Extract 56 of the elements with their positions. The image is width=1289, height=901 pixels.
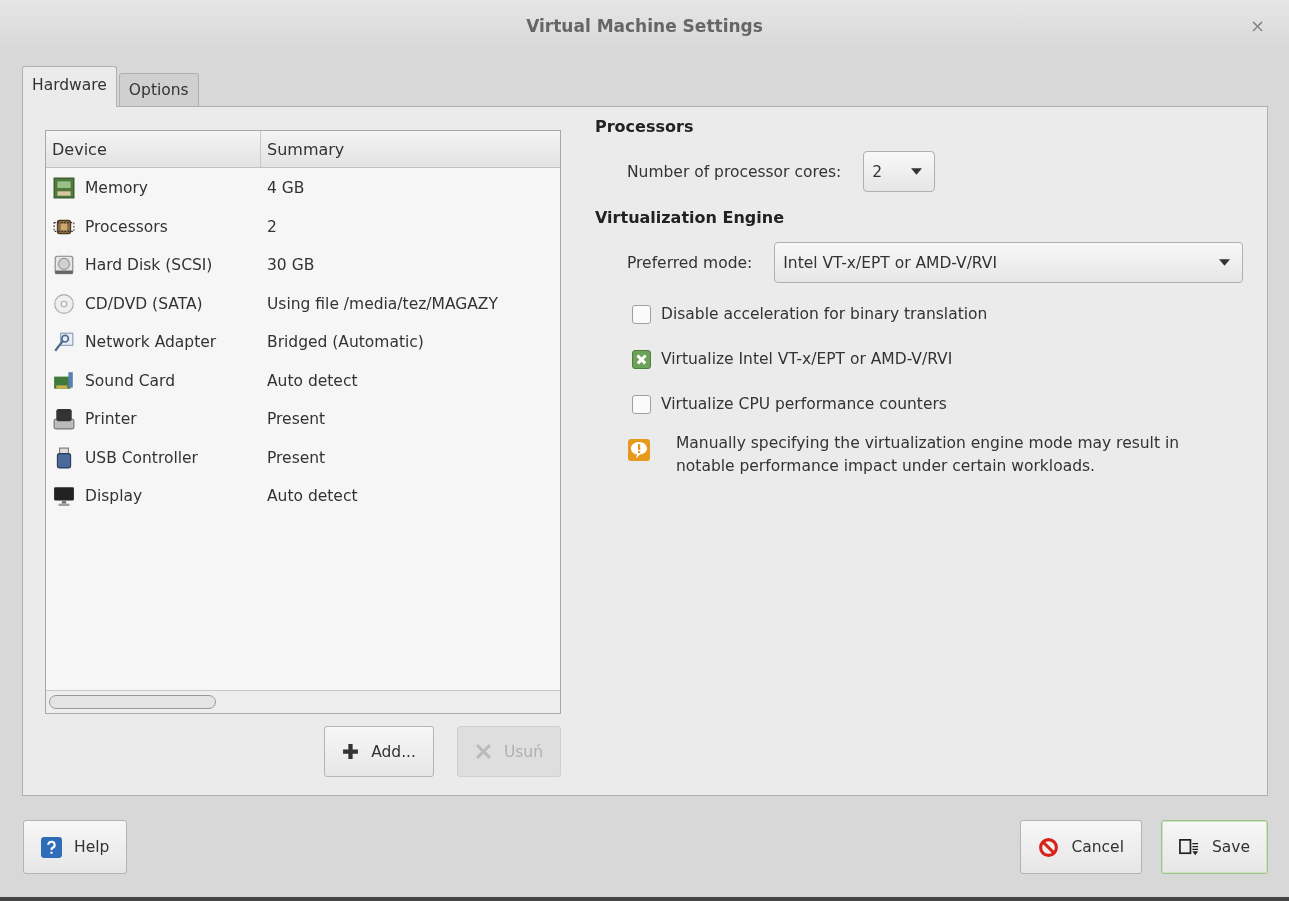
section-heading: Processors [595,117,695,136]
table-cell: Memory [85,179,149,198]
table-cell: USB Controller [85,448,198,467]
checkbox[interactable] [632,304,651,324]
caret-icon [1219,259,1230,266]
section-heading: Virtualization Engine [595,208,785,227]
caret-icon [911,168,923,175]
add-button[interactable]: Add... [324,726,434,777]
monitor-icon [53,485,75,508]
table-cell: Hard Disk (SCSI) [85,256,213,275]
network-icon [53,331,75,354]
scrollbar-thumb[interactable] [49,695,216,709]
tab[interactable]: Hardware [22,66,117,107]
checkbox-label: Disable acceleration for binary translation [661,305,988,323]
table-cell: 4 GB [267,179,305,198]
column-header[interactable]: Summary [261,131,560,167]
table-cell: Present [267,410,326,429]
field-label: Preferred mode: [627,253,753,272]
horizontal-scrollbar[interactable] [46,690,560,713]
printer-icon [53,408,75,431]
field-label: Number of processor cores: [627,162,842,181]
disc-icon [53,292,75,315]
checkbox[interactable] [632,349,651,369]
plus-icon [342,743,360,760]
save-icon [1178,836,1200,858]
table-cell: CD/DVD (SATA) [85,294,203,313]
help-icon [41,836,62,858]
cancel-button[interactable]: Cancel [1020,820,1142,874]
column-header[interactable]: Device [46,131,261,167]
tab[interactable]: Options [118,73,199,106]
window-title: Virtual Machine Settings [526,16,763,36]
table-cell: Processors [85,217,168,236]
cores-dropdown[interactable]: 2 [863,151,936,192]
warning-text: Manually specifying the virtualization engine mode may result in notable performance impact under certain workloads. [676,433,1181,477]
prohibited-icon [1038,836,1060,858]
save-button[interactable]: Save [1160,820,1268,874]
table-cell: Network Adapter [85,333,217,352]
table-cell: Sound Card [85,371,175,390]
memory-chip-icon [53,177,75,200]
checkbox-label: Virtualize CPU performance counters [661,395,947,413]
table-cell: 2 [267,217,277,236]
table-cell: Using file /media/tez/MAGAZY [267,294,498,313]
table-cell: Display [85,487,143,506]
cross-icon [474,743,492,760]
table-cell: Auto detect [267,487,358,506]
table-cell: Present [267,448,326,467]
checkbox-label: Virtualize Intel VT-x/EPT or AMD-V/RVI [661,350,953,368]
table-cell: 30 GB [267,256,315,275]
sound-card-icon [53,369,75,392]
warning-icon [627,438,651,462]
table-cell: Bridged (Automatic) [267,333,424,352]
mode-dropdown[interactable]: Intel VT-x/EPT or AMD-V/RVI [774,242,1243,283]
help-button[interactable]: Help [23,820,128,874]
checkbox[interactable] [632,394,651,414]
table-cell: Auto detect [267,371,358,390]
table-cell: Printer [85,410,137,429]
